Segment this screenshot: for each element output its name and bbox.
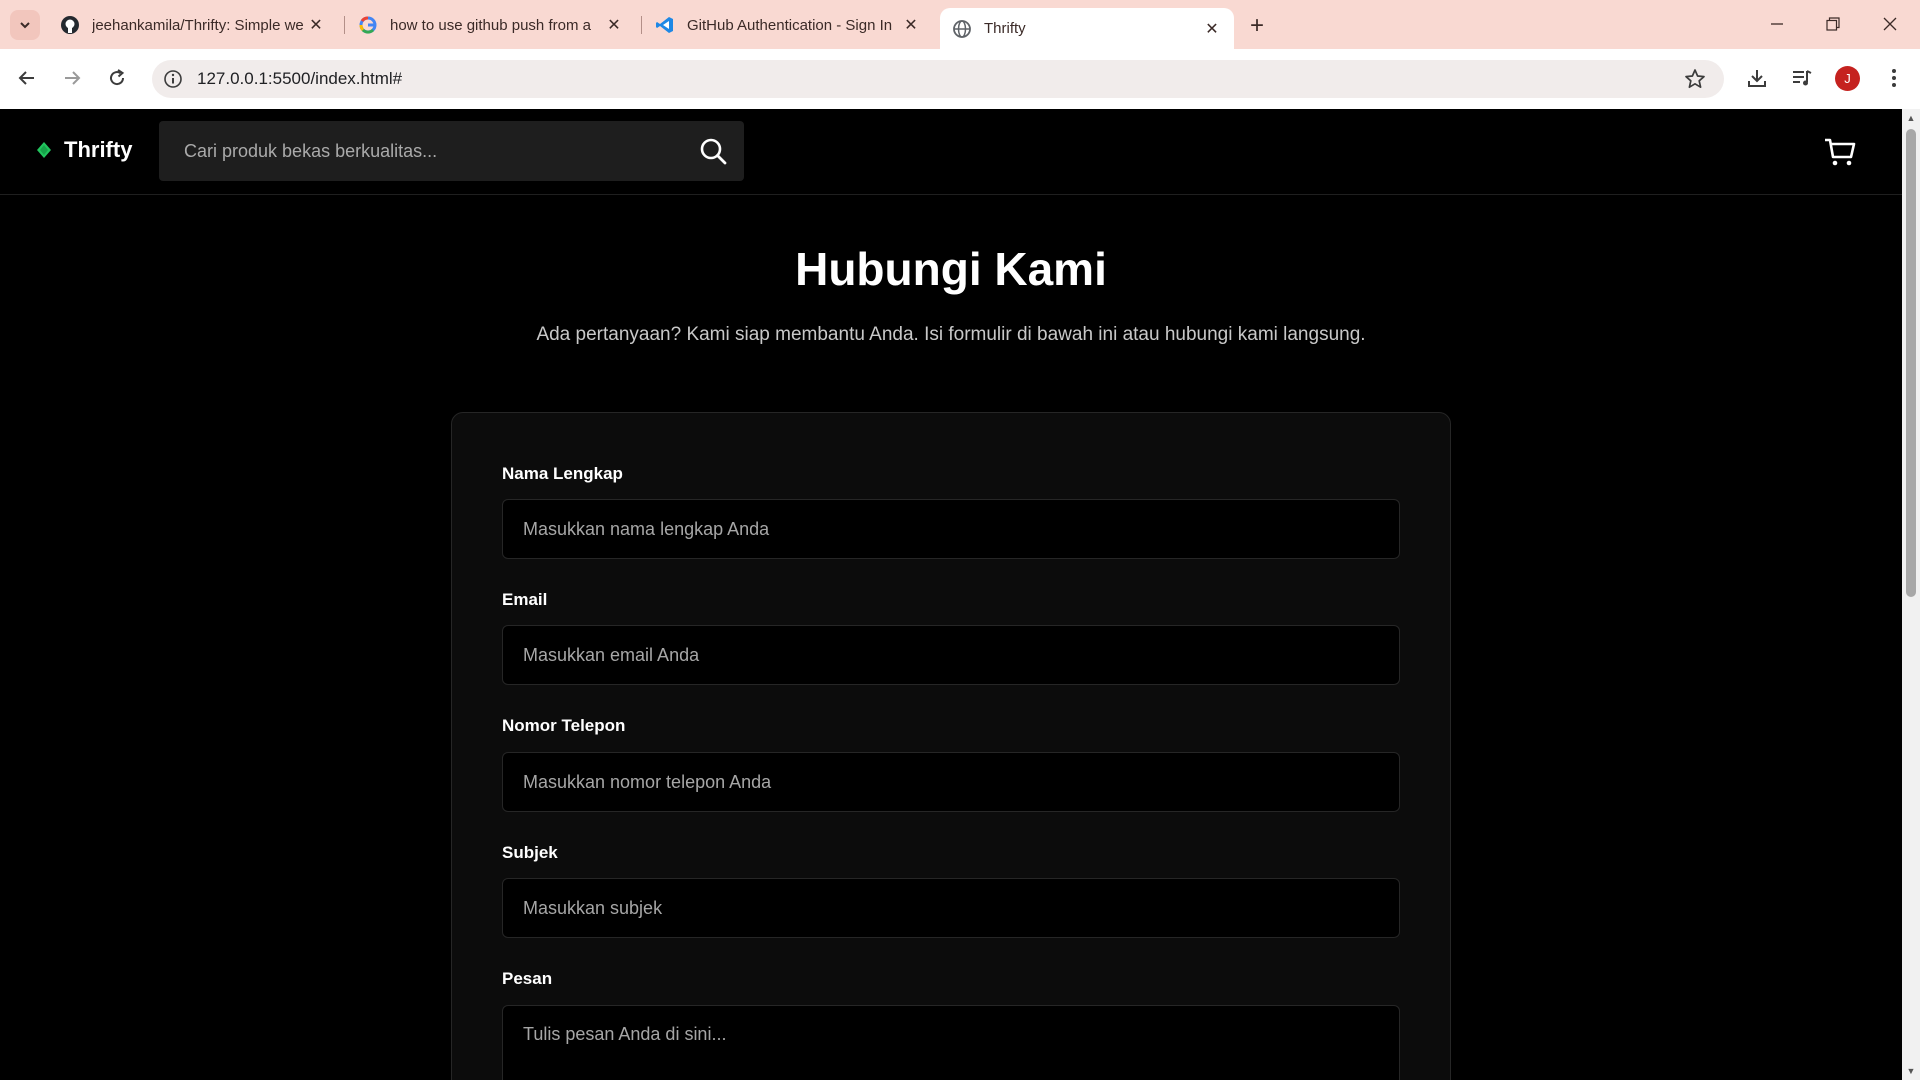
tab-title: Thrifty — [984, 20, 1026, 37]
phone-input[interactable] — [502, 752, 1400, 812]
forward-button[interactable] — [54, 60, 90, 96]
tab-title: how to use github push from a — [390, 16, 591, 34]
web-page: Thrifty Hubungi Kami Ada pertanyaan? Kam… — [0, 109, 1902, 1080]
subject-input[interactable] — [502, 878, 1400, 938]
site-info-icon[interactable] — [163, 69, 183, 89]
product-search — [159, 121, 744, 181]
google-icon — [359, 16, 377, 34]
address-bar[interactable]: 127.0.0.1:5500/index.html# — [152, 60, 1724, 98]
window-close-button[interactable] — [1870, 8, 1910, 40]
page-subtitle: Ada pertanyaan? Kami siap membantu Anda.… — [536, 324, 1366, 345]
close-icon[interactable]: ✕ — [604, 15, 624, 35]
brand-name: Thrifty — [64, 137, 133, 162]
tab-divider — [344, 16, 345, 34]
browser-tab-github[interactable]: jeehankamila/Thrifty: Simple we ✕ — [48, 7, 338, 43]
subject-label: Subjek — [502, 843, 558, 862]
browser-tab-thrifty[interactable]: Thrifty ✕ — [940, 8, 1234, 49]
chevron-down-icon — [20, 22, 30, 29]
download-icon — [1748, 70, 1766, 87]
url-text: 127.0.0.1:5500/index.html# — [197, 69, 403, 88]
full-name-label: Nama Lengkap — [502, 464, 623, 483]
page-scrollbar[interactable]: ▲ ▼ — [1902, 109, 1920, 1080]
browser-tab-bar: jeehankamila/Thrifty: Simple we ✕ how to… — [0, 0, 1920, 49]
search-icon[interactable] — [698, 136, 728, 166]
restore-icon — [1826, 17, 1840, 31]
downloads-button[interactable] — [1739, 60, 1775, 96]
tab-title: GitHub Authentication - Sign In — [687, 16, 893, 34]
profile-avatar[interactable]: J — [1835, 66, 1860, 91]
reload-icon — [110, 69, 125, 86]
cart-icon[interactable] — [1822, 133, 1858, 169]
back-button[interactable] — [9, 60, 45, 96]
browser-menu-button[interactable] — [1876, 60, 1912, 96]
browser-tab-google[interactable]: how to use github push from a ✕ — [346, 7, 636, 43]
arrow-right-icon — [65, 71, 81, 85]
arrow-left-icon — [18, 71, 34, 85]
browser-tab-vscode[interactable]: GitHub Authentication - Sign In ✕ — [643, 7, 933, 43]
tab-title: jeehankamila/Thrifty: Simple we — [92, 16, 304, 34]
scrollbar-thumb[interactable] — [1906, 129, 1916, 597]
contact-form: Nama Lengkap Email Nomor Telepon Subjek … — [451, 412, 1451, 1080]
browser-toolbar: 127.0.0.1:5500/index.html# — [0, 49, 1920, 109]
minimize-icon — [1771, 23, 1783, 25]
globe-icon — [953, 19, 971, 38]
more-vert-icon — [1892, 69, 1896, 87]
media-control-button[interactable] — [1784, 60, 1820, 96]
scroll-down-arrow-icon[interactable]: ▼ — [1906, 1066, 1916, 1076]
scroll-up-arrow-icon[interactable]: ▲ — [1906, 113, 1916, 123]
site-logo[interactable]: Thrifty — [34, 137, 132, 163]
close-icon — [1883, 17, 1897, 31]
star-icon[interactable] — [1684, 68, 1706, 90]
tab-divider — [641, 16, 642, 34]
email-label: Email — [502, 590, 548, 609]
close-icon[interactable]: ✕ — [1202, 19, 1222, 39]
message-label: Pesan — [502, 969, 553, 988]
site-header: Thrifty — [0, 109, 1902, 195]
close-icon[interactable]: ✕ — [901, 15, 921, 35]
phone-label: Nomor Telepon — [502, 716, 626, 735]
email-input[interactable] — [502, 625, 1400, 685]
tab-search-button[interactable] — [10, 10, 40, 40]
new-tab-button[interactable]: + — [1243, 12, 1271, 40]
reload-button[interactable] — [99, 60, 135, 96]
leaf-logo-icon — [37, 142, 51, 158]
close-icon[interactable]: ✕ — [306, 15, 326, 35]
search-input[interactable] — [159, 121, 679, 181]
restore-button[interactable] — [1813, 8, 1853, 40]
minimize-button[interactable] — [1757, 8, 1797, 40]
github-icon — [61, 16, 79, 34]
plus-icon: + — [1249, 12, 1264, 39]
full-name-input[interactable] — [502, 499, 1400, 559]
vscode-icon — [656, 17, 673, 33]
queue-music-icon — [1793, 70, 1812, 86]
message-textarea[interactable] — [502, 1005, 1400, 1080]
page-title: Hubungi Kami — [795, 243, 1107, 295]
